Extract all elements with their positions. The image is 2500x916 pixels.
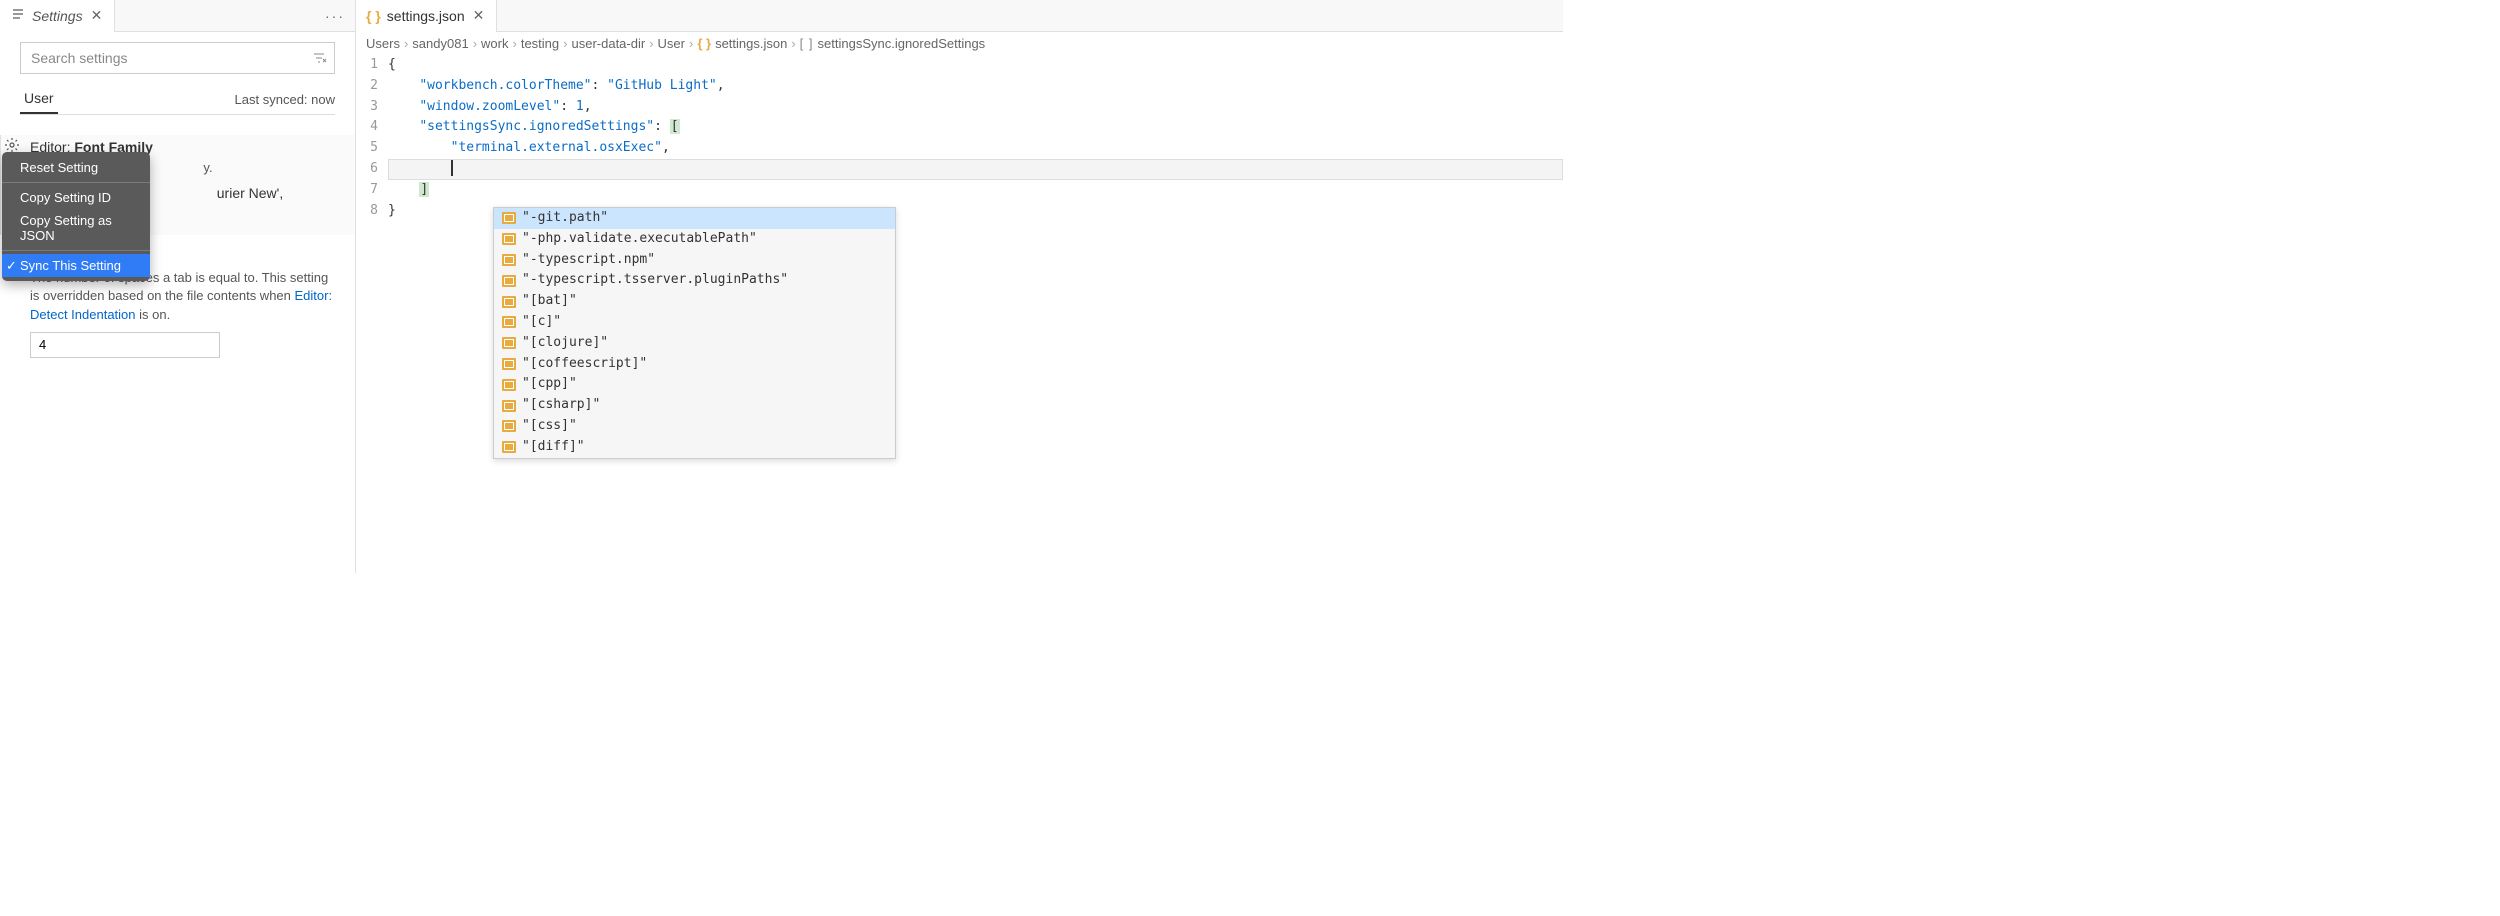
scope-row: User Last synced: now [20, 84, 335, 115]
suggest-widget: "-git.path" "-php.validate.executablePat… [493, 207, 896, 459]
text-cursor [451, 160, 453, 176]
snippet-icon [502, 379, 516, 391]
right-tab-bar: { } settings.json ✕ [356, 0, 1563, 32]
breadcrumb: Users › sandy081 › work › testing › user-dat… [356, 32, 1563, 55]
settings-pane: Settings ✕ ··· User Last synced: now Edi… [0, 0, 355, 573]
snippet-icon [502, 233, 516, 245]
snippet-icon [502, 316, 516, 328]
suggest-item[interactable]: "-typescript.npm" [494, 250, 895, 271]
breadcrumb-item[interactable]: user-data-dir [571, 36, 645, 51]
suggest-item[interactable]: "[csharp]" [494, 395, 895, 416]
close-icon[interactable]: ✕ [471, 7, 487, 24]
snippet-icon [502, 441, 516, 453]
breadcrumb-item[interactable]: settings.json [715, 36, 787, 51]
divider [2, 182, 150, 183]
ctx-copy-setting-json[interactable]: Copy Setting as JSON [2, 209, 150, 247]
ctx-sync-this-setting[interactable]: ✓ Sync This Setting [2, 254, 150, 277]
breadcrumb-item[interactable]: settingsSync.ignoredSettings [818, 36, 986, 51]
suggest-item[interactable]: "[c]" [494, 312, 895, 333]
code-editor[interactable]: 12345678 { "workbench.colorTheme": "GitH… [356, 55, 1563, 221]
chevron-right-icon: › [563, 36, 567, 51]
tab-json-label: settings.json [387, 8, 465, 24]
ctx-copy-setting-id[interactable]: Copy Setting ID [2, 186, 150, 209]
suggest-item[interactable]: "[clojure]" [494, 333, 895, 354]
breadcrumb-item[interactable]: testing [521, 36, 559, 51]
chevron-right-icon: › [791, 36, 795, 51]
snippet-icon [502, 420, 516, 432]
suggest-item[interactable]: "[css]" [494, 416, 895, 437]
setting-tab-size-input[interactable] [30, 332, 220, 358]
array-brackets-icon: [ ] [800, 36, 814, 51]
chevron-right-icon: › [473, 36, 477, 51]
left-tab-bar: Settings ✕ ··· [0, 0, 355, 32]
chevron-right-icon: › [512, 36, 516, 51]
chevron-right-icon: › [649, 36, 653, 51]
modified-indicator [0, 135, 1, 235]
chevron-right-icon: › [689, 36, 693, 51]
snippet-icon [502, 254, 516, 266]
sync-status: Last synced: now [235, 86, 335, 113]
snippet-icon [502, 212, 516, 224]
snippet-icon [502, 358, 516, 370]
json-braces-icon: { } [366, 8, 381, 24]
divider [2, 250, 150, 251]
editor-pane: { } settings.json ✕ Users › sandy081 › wor… [355, 0, 1563, 573]
close-icon[interactable]: ✕ [89, 7, 105, 24]
clear-filter-icon[interactable] [311, 50, 327, 69]
snippet-icon [502, 337, 516, 349]
suggest-item[interactable]: "-typescript.tsserver.pluginPaths" [494, 270, 895, 291]
code-content[interactable]: { "workbench.colorTheme": "GitHub Light"… [388, 55, 1563, 221]
json-braces-icon: { } [697, 36, 711, 51]
breadcrumb-item[interactable]: User [658, 36, 685, 51]
suggest-item[interactable]: "[cpp]" [494, 374, 895, 395]
settings-list-icon [10, 6, 26, 25]
search-input[interactable] [20, 42, 335, 74]
line-number-gutter: 12345678 [356, 55, 388, 221]
snippet-icon [502, 296, 516, 308]
breadcrumb-item[interactable]: Users [366, 36, 400, 51]
tab-settings[interactable]: Settings ✕ [0, 0, 115, 32]
snippet-icon [502, 275, 516, 287]
check-icon: ✓ [6, 258, 17, 274]
setting-context-menu: Reset Setting Copy Setting ID Copy Setti… [2, 152, 150, 281]
suggest-item[interactable]: "-git.path" [494, 208, 895, 229]
breadcrumb-item[interactable]: work [481, 36, 508, 51]
tab-settings-label: Settings [32, 8, 83, 24]
scope-user-tab[interactable]: User [20, 84, 58, 114]
tab-settings-json[interactable]: { } settings.json ✕ [356, 0, 497, 32]
suggest-item[interactable]: "[bat]" [494, 291, 895, 312]
ctx-reset-setting[interactable]: Reset Setting [2, 156, 150, 179]
breadcrumb-item[interactable]: sandy081 [412, 36, 468, 51]
snippet-icon [502, 400, 516, 412]
overflow-icon[interactable]: ··· [315, 8, 355, 24]
search-row [20, 42, 335, 74]
suggest-item[interactable]: "-php.validate.executablePath" [494, 229, 895, 250]
chevron-right-icon: › [404, 36, 408, 51]
suggest-item[interactable]: "[coffeescript]" [494, 354, 895, 375]
suggest-item[interactable]: "[diff]" [494, 437, 895, 458]
